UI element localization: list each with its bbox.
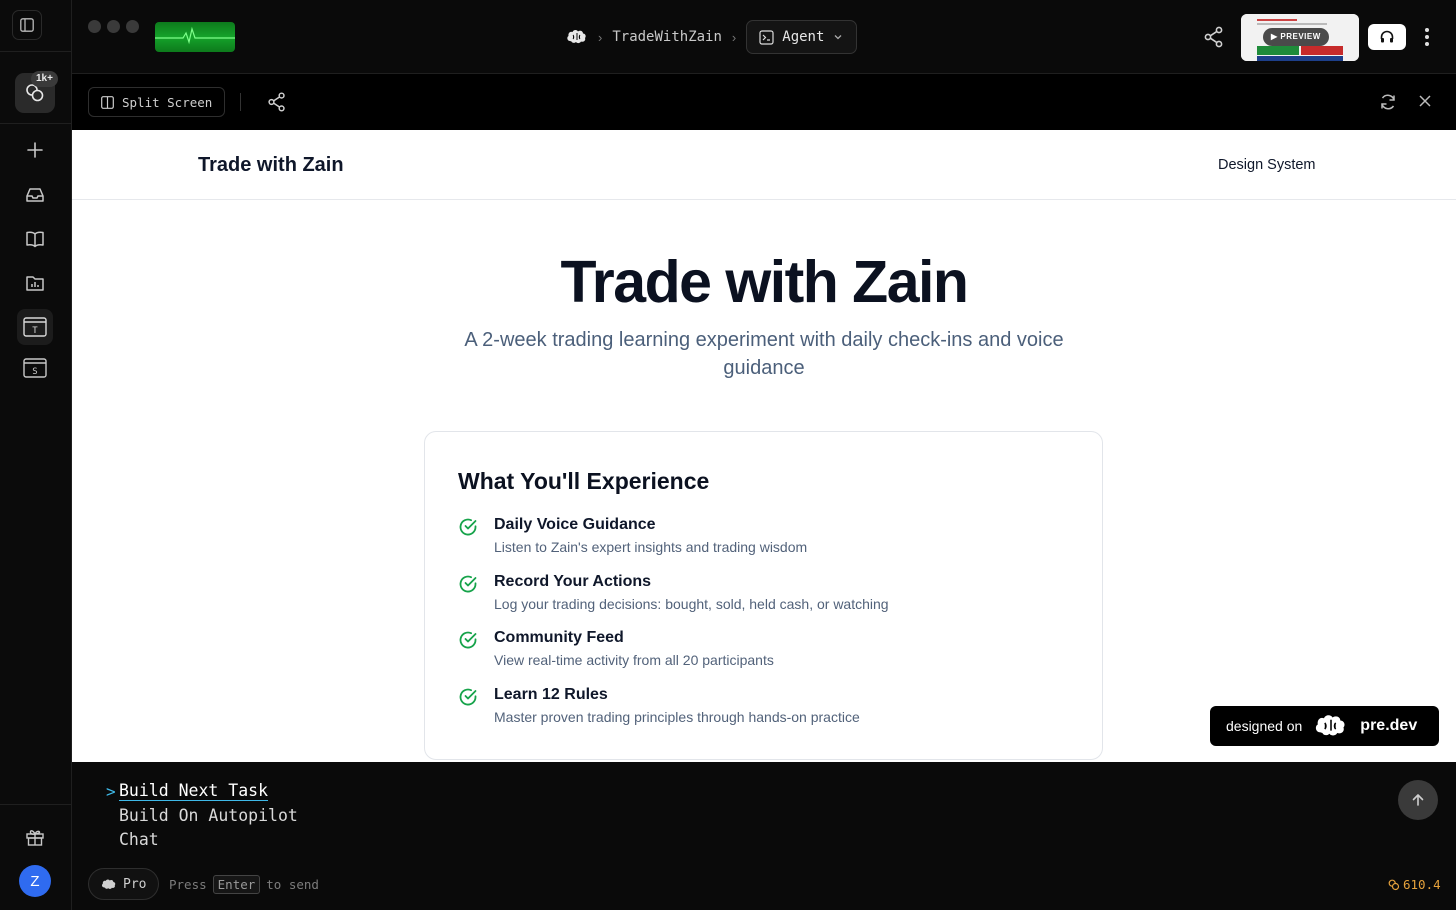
window-t-icon: T — [23, 317, 47, 337]
brain-icon — [101, 878, 116, 889]
brain-logo-icon[interactable] — [566, 28, 588, 46]
window-t-button[interactable]: T — [17, 309, 53, 345]
more-vertical-icon — [1425, 28, 1429, 46]
gift-icon — [26, 830, 44, 846]
option-build-next-task[interactable]: Build Next Task — [119, 781, 269, 801]
selection-caret: > — [106, 782, 116, 801]
arrow-up-icon — [1412, 794, 1424, 806]
designed-on-text: designed on — [1226, 718, 1303, 734]
activity-pulse-indicator — [155, 22, 235, 52]
gift-button[interactable] — [17, 819, 53, 855]
mode-label: Agent — [782, 29, 825, 45]
plus-icon — [27, 142, 43, 158]
window-s-icon: S — [23, 358, 47, 378]
refresh-icon[interactable] — [1379, 93, 1397, 111]
book-icon — [26, 231, 44, 248]
check-circle-icon — [459, 518, 477, 536]
feature-description: View real-time activity from all 20 part… — [494, 652, 774, 668]
svg-text:S: S — [32, 367, 37, 377]
sidebar-divider — [0, 123, 71, 124]
toolbar-divider — [240, 93, 241, 111]
support-button[interactable] — [1368, 24, 1406, 50]
split-screen-label: Split Screen — [122, 94, 213, 110]
more-options-button[interactable] — [1417, 22, 1437, 52]
hero-subtitle: A 2-week trading learning experiment wit… — [464, 329, 1064, 379]
hero-title: Trade with Zain — [560, 249, 969, 315]
experience-card: What You'll Experience Daily Voice Guida… — [424, 431, 1103, 760]
designed-on-brand: pre.dev — [1360, 717, 1418, 734]
feature-description: Master proven trading principles through… — [494, 709, 860, 725]
terminal-icon — [759, 29, 774, 45]
preview-label: ▶ PREVIEW — [1263, 28, 1329, 46]
top-bar: › TradeWithZain › Agent ▶ PREVIEW — [72, 0, 1456, 74]
check-circle-icon — [459, 688, 477, 706]
feature-name: Learn 12 Rules — [494, 686, 608, 703]
mode-selector[interactable]: Agent — [746, 20, 858, 54]
breadcrumb: › TradeWithZain › Agent — [566, 20, 858, 54]
send-button[interactable] — [1398, 780, 1438, 820]
inbox-icon — [26, 188, 44, 202]
design-system-link[interactable]: Design System — [1218, 157, 1316, 173]
composer-panel: > Build Next Task Build On Autopilot Cha… — [72, 762, 1456, 910]
user-avatar[interactable]: Z — [19, 865, 51, 897]
window-s-button[interactable]: S — [17, 350, 53, 386]
feature-name: Daily Voice Guidance — [494, 516, 656, 533]
credits-remaining: 610.4 — [1388, 877, 1441, 892]
chevron-down-icon — [834, 35, 842, 40]
option-chat[interactable]: Chat — [119, 830, 159, 849]
sidebar-divider — [0, 804, 71, 805]
preview-thumbnail-button[interactable]: ▶ PREVIEW — [1241, 14, 1359, 61]
breadcrumb-separator: › — [598, 29, 603, 45]
send-hint: Press Enter to send — [169, 875, 319, 894]
enter-key-hint: Enter — [212, 875, 261, 894]
credits-badge: 1k+ — [31, 71, 58, 87]
breadcrumb-project[interactable]: TradeWithZain — [612, 29, 722, 45]
plan-selector[interactable]: Pro — [88, 868, 160, 900]
window-dot[interactable] — [88, 20, 101, 33]
inbox-button[interactable] — [17, 177, 53, 213]
card-title: What You'll Experience — [458, 468, 710, 494]
check-circle-icon — [459, 575, 477, 593]
feature-name: Community Feed — [494, 629, 624, 646]
share-icon[interactable] — [1202, 25, 1226, 49]
projects-button[interactable] — [17, 265, 53, 301]
feature-description: Log your trading decisions: bought, sold… — [494, 596, 889, 612]
coins-icon — [1388, 879, 1400, 890]
window-controls — [88, 20, 139, 33]
heartbeat-icon — [155, 26, 235, 45]
check-circle-icon — [459, 631, 477, 649]
docs-button[interactable] — [17, 221, 53, 257]
left-sidebar: 1k+ T S Z — [0, 0, 72, 910]
close-icon[interactable] — [1417, 93, 1433, 109]
columns-icon — [101, 95, 114, 109]
folder-chart-icon — [26, 276, 44, 291]
preview-toolbar: Split Screen — [72, 74, 1456, 130]
sidebar-divider — [0, 51, 71, 52]
plan-label: Pro — [123, 876, 147, 892]
share-icon[interactable] — [266, 91, 288, 113]
svg-text:T: T — [32, 326, 38, 336]
headset-icon — [1380, 30, 1394, 43]
site-navbar: Trade with Zain Design System — [72, 130, 1456, 200]
hint-press: Press — [169, 877, 207, 892]
breadcrumb-separator: › — [731, 29, 737, 45]
feature-description: Listen to Zain's expert insights and tra… — [494, 539, 808, 555]
sidebar-panel-icon — [20, 18, 34, 32]
feature-name: Record Your Actions — [494, 573, 652, 590]
credits-value: 610.4 — [1403, 877, 1441, 892]
hint-rest: to send — [266, 877, 319, 892]
window-dot[interactable] — [107, 20, 120, 33]
designed-on-badge[interactable]: designed on pre.dev — [1210, 706, 1439, 746]
window-dot[interactable] — [126, 20, 139, 33]
split-screen-button[interactable]: Split Screen — [88, 87, 226, 117]
brain-logo-icon — [1316, 715, 1345, 736]
site-brand[interactable]: Trade with Zain — [198, 154, 344, 177]
sidebar-toggle-button[interactable] — [12, 10, 42, 40]
new-project-button[interactable] — [17, 132, 53, 168]
option-build-on-autopilot[interactable]: Build On Autopilot — [119, 806, 298, 825]
preview-viewport: Trade with Zain Design System Trade with… — [72, 130, 1456, 762]
